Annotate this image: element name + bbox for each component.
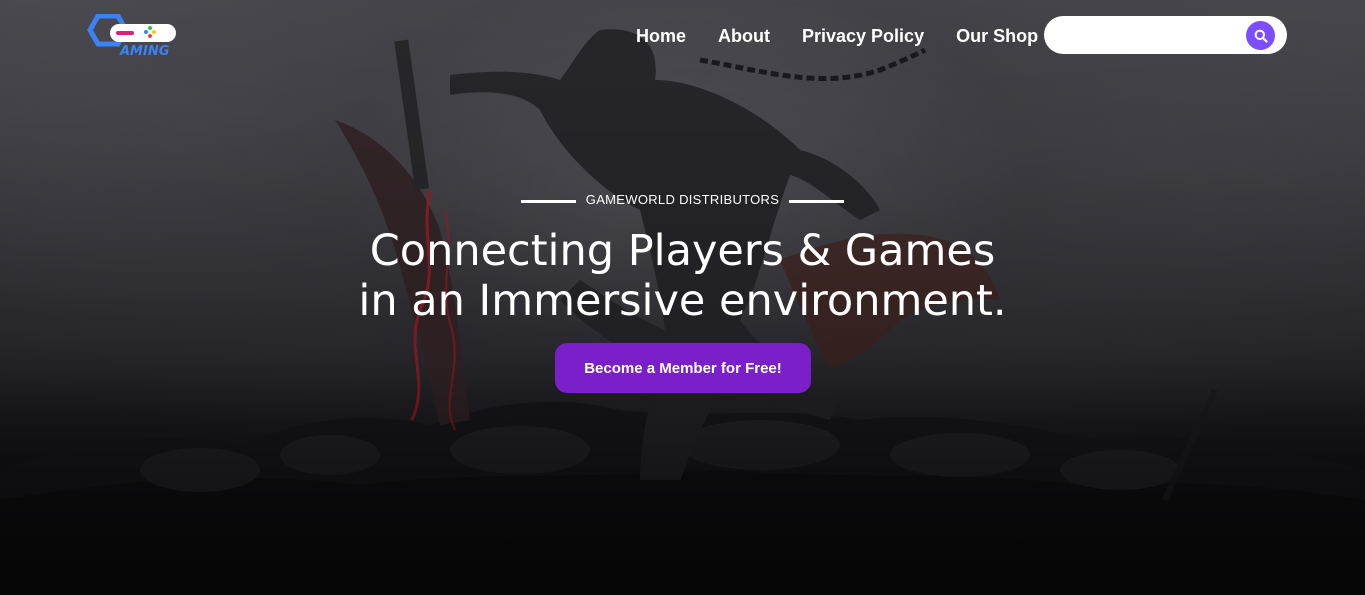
search-bar [1044, 16, 1287, 54]
logo-text: AMING [119, 44, 170, 59]
gamepad-logo-icon: AMING [87, 13, 176, 59]
nav-item-home[interactable]: Home [620, 24, 702, 48]
search-input[interactable] [1060, 24, 1240, 46]
hero-eyebrow: GAMEWORLD DISTRIBUTORS [0, 192, 1365, 207]
hero-section: AMING Home About Privacy Policy Our Shop… [0, 0, 1365, 595]
hero-headline: Connecting Players & Games in an Immersi… [0, 226, 1365, 326]
eyebrow-line-right [789, 200, 845, 203]
search-button[interactable] [1246, 21, 1275, 50]
main-nav: Home About Privacy Policy Our Shop [620, 24, 1054, 48]
headline-line-2: in an Immersive environment. [358, 276, 1007, 326]
become-member-button[interactable]: Become a Member for Free! [555, 343, 811, 393]
headline-line-1: Connecting Players & Games [369, 226, 996, 276]
eyebrow-text: GAMEWORLD DISTRIBUTORS [585, 192, 780, 207]
nav-item-about[interactable]: About [702, 24, 786, 48]
eyebrow-line-left [520, 200, 576, 203]
search-icon [1254, 29, 1268, 43]
nav-item-privacy-policy[interactable]: Privacy Policy [786, 24, 940, 48]
nav-item-our-shop[interactable]: Our Shop [940, 24, 1054, 48]
site-logo[interactable]: AMING [84, 13, 184, 60]
